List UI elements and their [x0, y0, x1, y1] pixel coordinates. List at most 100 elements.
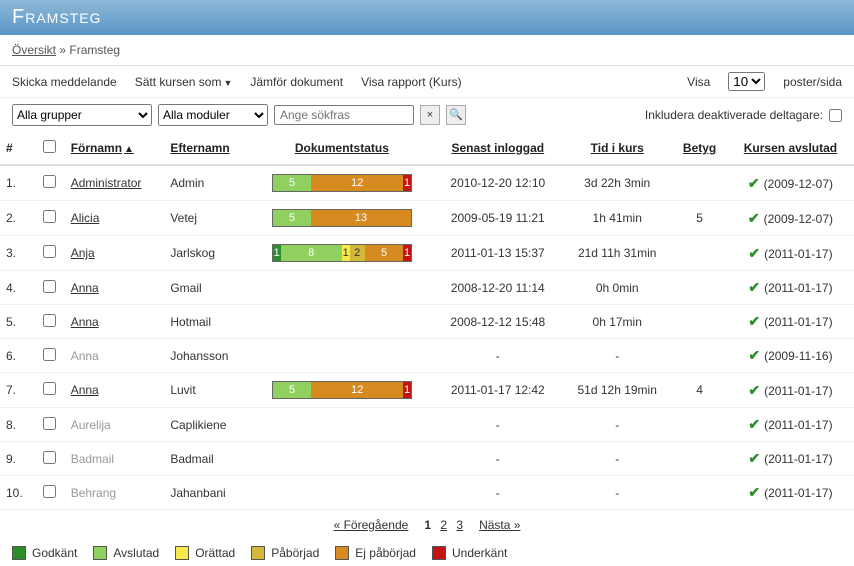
- cell-num: 10.: [0, 476, 35, 510]
- cell-grade: [672, 408, 727, 442]
- cell-docstatus: [250, 271, 433, 305]
- cell-time: 0h 0min: [562, 271, 672, 305]
- cell-num: 5.: [0, 305, 35, 339]
- cell-firstname: Anna: [65, 339, 165, 373]
- col-firstname[interactable]: Förnamn▲: [65, 132, 165, 165]
- status-segment: 5: [273, 210, 311, 226]
- cell-select: [35, 271, 65, 305]
- cell-firstname: Aurelija: [65, 408, 165, 442]
- check-icon: ✔: [748, 382, 760, 398]
- firstname-link[interactable]: Alicia: [71, 211, 100, 225]
- cell-grade: [672, 476, 727, 510]
- cell-lastname: Gmail: [164, 271, 250, 305]
- col-select-all[interactable]: [35, 132, 65, 165]
- row-checkbox[interactable]: [43, 451, 56, 464]
- cell-select: [35, 165, 65, 201]
- row-checkbox[interactable]: [43, 245, 56, 258]
- table-row: 7.AnnaLuvit51212011-01-17 12:4251d 12h 1…: [0, 373, 854, 408]
- clear-search-icon[interactable]: ×: [420, 105, 440, 125]
- status-bar[interactable]: 5121: [272, 381, 412, 399]
- groups-select[interactable]: Alla grupper: [12, 104, 152, 126]
- col-lastlogin[interactable]: Senast inloggad: [433, 132, 562, 165]
- table-row: 9.BadmailBadmail--✔(2011-01-17): [0, 442, 854, 476]
- table-row: 1.AdministratorAdmin51212010-12-20 12:10…: [0, 165, 854, 201]
- col-grade[interactable]: Betyg: [672, 132, 727, 165]
- search-icon[interactable]: 🔍: [446, 105, 466, 125]
- completed-date: (2009-12-07): [764, 177, 833, 191]
- row-checkbox[interactable]: [43, 485, 56, 498]
- modules-select[interactable]: Alla moduler: [158, 104, 268, 126]
- cell-grade: 5: [672, 201, 727, 236]
- compare-documents-button[interactable]: Jämför dokument: [250, 75, 343, 89]
- col-lastname[interactable]: Efternamn: [164, 132, 250, 165]
- cell-time: -: [562, 476, 672, 510]
- cell-completed: ✔(2011-01-17): [727, 476, 854, 510]
- cell-completed: ✔(2009-11-16): [727, 339, 854, 373]
- cell-docstatus: [250, 408, 433, 442]
- send-message-button[interactable]: Skicka meddelande: [12, 75, 117, 89]
- status-segment: 1: [403, 245, 411, 261]
- status-bar[interactable]: 513: [272, 209, 412, 227]
- col-completed[interactable]: Kursen avslutad: [727, 132, 854, 165]
- cell-completed: ✔(2011-01-17): [727, 236, 854, 271]
- firstname-link[interactable]: Anja: [71, 246, 95, 260]
- cell-lastlogin: 2008-12-20 11:14: [433, 271, 562, 305]
- toolbar: Skicka meddelande Sätt kursen som▼ Jämfö…: [0, 66, 854, 98]
- breadcrumb-root[interactable]: Översikt: [12, 43, 56, 57]
- cell-select: [35, 305, 65, 339]
- cell-select: [35, 339, 65, 373]
- include-deactivated-checkbox[interactable]: [829, 109, 842, 122]
- cell-num: 9.: [0, 442, 35, 476]
- cell-docstatus: [250, 442, 433, 476]
- row-checkbox[interactable]: [43, 280, 56, 293]
- row-checkbox[interactable]: [43, 175, 56, 188]
- pagination-page[interactable]: 2: [440, 518, 447, 532]
- cell-firstname: Anna: [65, 305, 165, 339]
- status-segment: 5: [273, 382, 311, 398]
- breadcrumb: Översikt » Framsteg: [0, 35, 854, 66]
- legend-avslutad: Avslutad: [113, 546, 159, 560]
- cell-firstname: Anja: [65, 236, 165, 271]
- cell-time: -: [562, 339, 672, 373]
- cell-firstname: Behrang: [65, 476, 165, 510]
- row-checkbox[interactable]: [43, 210, 56, 223]
- page-title: Framsteg: [0, 0, 854, 35]
- legend-ejpaborjad: Ej påbörjad: [355, 546, 416, 560]
- completed-date: (2009-11-16): [764, 349, 832, 363]
- cell-lastlogin: 2008-12-12 15:48: [433, 305, 562, 339]
- firstname-link[interactable]: Anna: [71, 383, 99, 397]
- status-bar[interactable]: 5121: [272, 174, 412, 192]
- pagination-page[interactable]: 1: [424, 518, 431, 532]
- check-icon: ✔: [748, 175, 760, 191]
- row-checkbox[interactable]: [43, 314, 56, 327]
- row-checkbox[interactable]: [43, 382, 56, 395]
- search-input[interactable]: [274, 105, 414, 125]
- cell-lastlogin: -: [433, 442, 562, 476]
- firstname-link[interactable]: Anna: [71, 281, 99, 295]
- status-bar[interactable]: 181251: [272, 244, 412, 262]
- firstname-link[interactable]: Administrator: [71, 176, 142, 190]
- cell-lastlogin: 2011-01-13 15:37: [433, 236, 562, 271]
- pagination-prev[interactable]: « Föregående: [334, 518, 409, 532]
- pagination-page[interactable]: 3: [456, 518, 463, 532]
- cell-select: [35, 408, 65, 442]
- set-course-as-button[interactable]: Sätt kursen som▼: [135, 75, 233, 89]
- select-all-checkbox[interactable]: [43, 140, 56, 153]
- per-page-select[interactable]: 10: [728, 72, 765, 91]
- col-timeincourse[interactable]: Tid i kurs: [562, 132, 672, 165]
- col-num[interactable]: #: [0, 132, 35, 165]
- firstname-link[interactable]: Anna: [71, 315, 99, 329]
- pagination-next[interactable]: Nästa »: [479, 518, 520, 532]
- col-docstatus[interactable]: Dokumentstatus: [250, 132, 433, 165]
- row-checkbox[interactable]: [43, 417, 56, 430]
- table-row: 4.AnnaGmail2008-12-20 11:140h 0min✔(2011…: [0, 271, 854, 305]
- cell-time: 3d 22h 3min: [562, 165, 672, 201]
- legend-underkant: Underkänt: [452, 546, 507, 560]
- show-report-button[interactable]: Visa rapport (Kurs): [361, 75, 461, 89]
- swatch-orattad: [175, 546, 189, 560]
- cell-lastlogin: 2009-05-19 11:21: [433, 201, 562, 236]
- row-checkbox[interactable]: [43, 348, 56, 361]
- swatch-ejpaborjad: [335, 546, 349, 560]
- status-segment: 12: [311, 175, 403, 191]
- completed-date: (2011-01-17): [764, 384, 832, 398]
